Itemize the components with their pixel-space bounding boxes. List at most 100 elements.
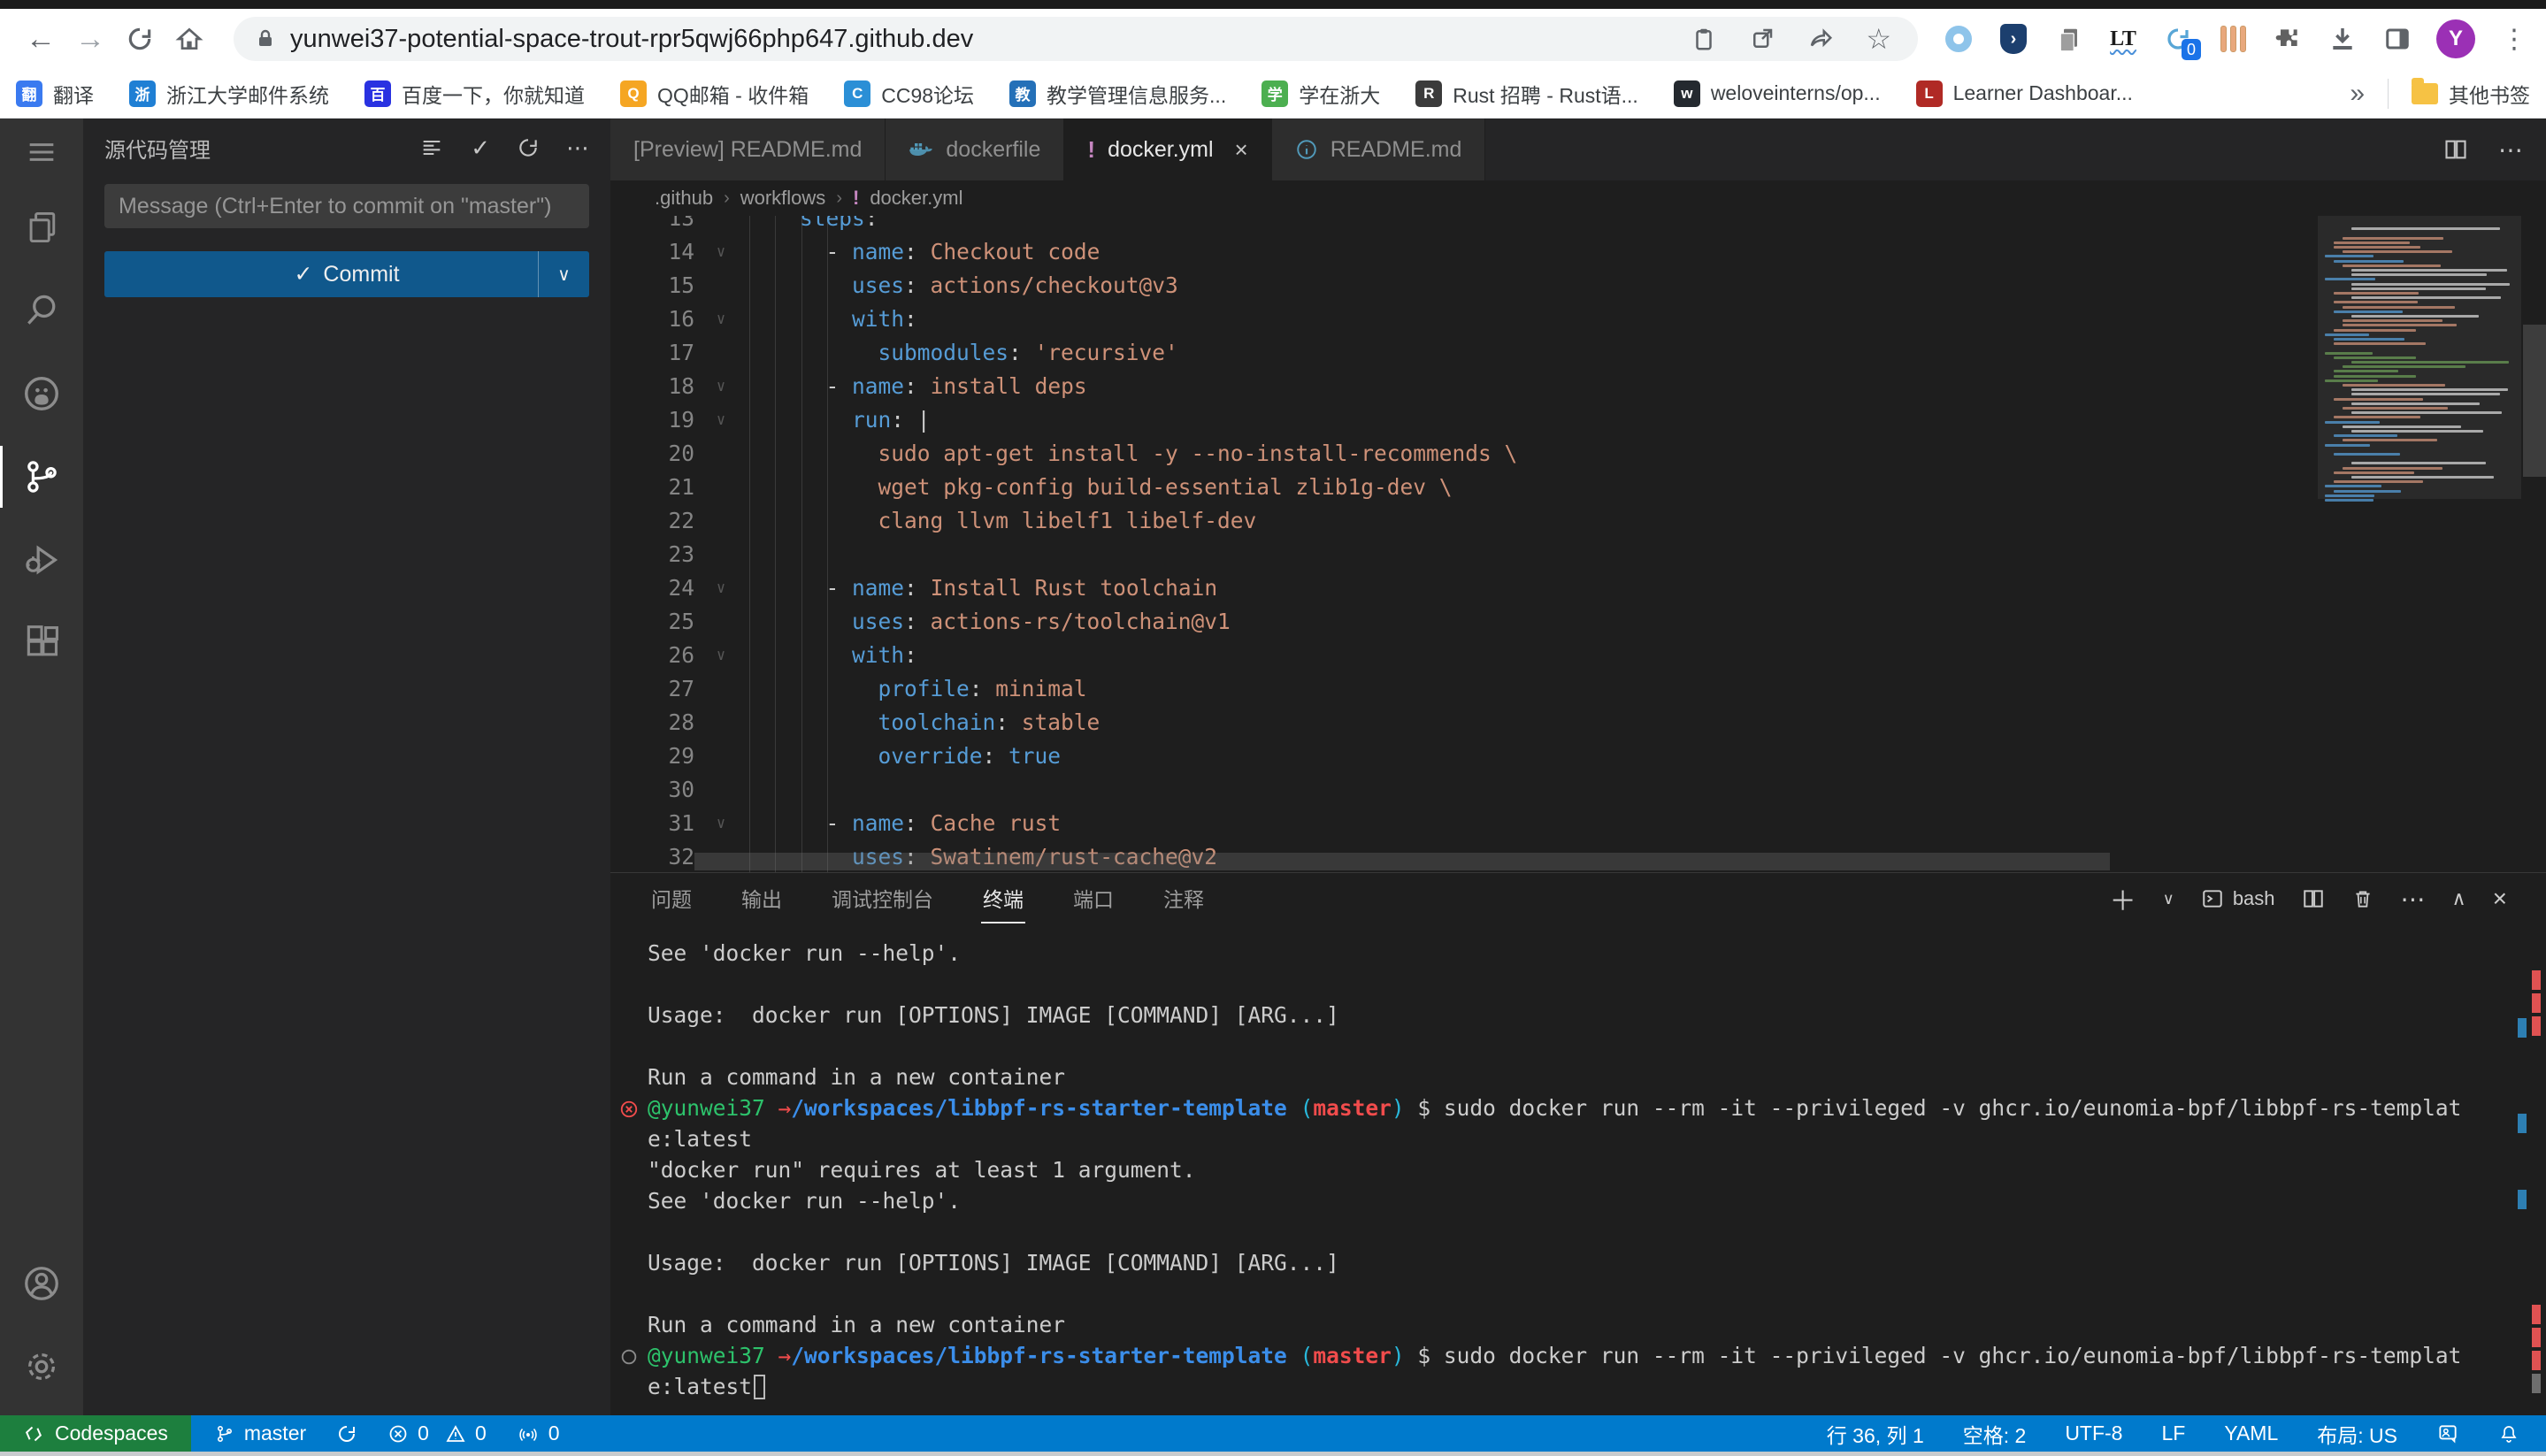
bookmark-item[interactable]: 百百度一下，你就知道: [364, 79, 585, 109]
browser-menu-icon[interactable]: ⋮: [2498, 23, 2530, 55]
bookmark-item[interactable]: 浙浙江大学邮件系统: [129, 79, 329, 109]
keyboard-layout[interactable]: 布局: US: [2317, 1419, 2397, 1449]
panel-tab[interactable]: 终端: [981, 874, 1025, 923]
cursor-position[interactable]: 行 36, 列 1: [1827, 1419, 1924, 1449]
editor-tab[interactable]: [Preview] README.md: [610, 119, 886, 180]
more-actions-icon[interactable]: ⋯: [566, 134, 589, 162]
menu-hamburger-icon[interactable]: [0, 119, 83, 186]
breadcrumb-segment[interactable]: workflows: [740, 187, 826, 210]
url-text[interactable]: yunwei37-potential-space-trout-rpr5qwj66…: [290, 25, 1691, 54]
editor-tab[interactable]: !docker.yml×: [1064, 119, 1271, 180]
bookmark-item[interactable]: CCC98论坛: [844, 79, 974, 109]
reload-icon[interactable]: [115, 14, 165, 64]
sidebar-item-search[interactable]: [0, 269, 83, 352]
commit-message-input[interactable]: Message (Ctrl+Enter to commit on "master…: [104, 184, 589, 228]
downloads-icon[interactable]: [2327, 23, 2358, 55]
refresh-icon[interactable]: [517, 136, 540, 159]
editor-tab[interactable]: README.md: [1272, 119, 1486, 180]
editor-vertical-scrollbar[interactable]: [2523, 325, 2546, 477]
bookmark-star-icon[interactable]: ☆: [1866, 22, 1891, 56]
home-icon[interactable]: [165, 14, 214, 64]
terminal-output[interactable]: See 'docker run --help'.Usage: docker ru…: [648, 940, 2507, 1405]
browser-extensions-area: › LT 0 Y ⋮: [1943, 19, 2530, 58]
bookmarks-overflow-icon[interactable]: »: [2350, 79, 2365, 109]
editor-horizontal-scrollbar[interactable]: [694, 853, 2110, 870]
bookmark-item[interactable]: QQQ邮箱 - 收件箱: [620, 79, 809, 109]
back-icon[interactable]: ←: [16, 14, 65, 64]
open-in-new-icon[interactable]: [1749, 26, 1775, 52]
accounts-icon[interactable]: [0, 1242, 83, 1325]
feedback-icon[interactable]: [2436, 1422, 2459, 1445]
clipboard-icon[interactable]: [1691, 26, 1717, 52]
fold-chevron-icon[interactable]: ∨: [694, 571, 748, 605]
sidebar-toggle-icon[interactable]: [2381, 23, 2413, 55]
bookmark-item[interactable]: 教教学管理信息服务...: [1009, 79, 1226, 109]
maximize-panel-icon[interactable]: ∧: [2452, 887, 2466, 910]
editor-more-actions-icon[interactable]: ⋯: [2498, 135, 2523, 165]
encoding[interactable]: UTF-8: [2065, 1422, 2122, 1445]
breadcrumb-segment[interactable]: .github: [655, 187, 713, 210]
terminal-dropdown-chevron[interactable]: ∨: [2163, 890, 2174, 908]
language-mode[interactable]: YAML: [2224, 1422, 2278, 1445]
kill-terminal-trash-icon[interactable]: [2351, 887, 2374, 910]
view-as-list-icon[interactable]: [419, 135, 444, 160]
remote-indicator[interactable]: Codespaces: [0, 1415, 191, 1452]
problems-indicator[interactable]: 0 0: [387, 1422, 487, 1445]
extension-bullets-icon[interactable]: [2217, 23, 2249, 55]
panel-tab[interactable]: 输出: [740, 874, 784, 923]
address-bar[interactable]: yunwei37-potential-space-trout-rpr5qwj66…: [234, 17, 1918, 61]
fold-chevron-icon[interactable]: ∨: [694, 370, 748, 403]
profile-avatar[interactable]: Y: [2436, 19, 2475, 58]
bookmark-item[interactable]: 学学在浙大: [1261, 79, 1380, 109]
sidebar-item-source-control[interactable]: [0, 435, 83, 518]
forward-icon[interactable]: →: [65, 14, 115, 64]
extension-languagetool-icon[interactable]: LT: [2107, 23, 2139, 55]
indentation[interactable]: 空格: 2: [1963, 1419, 2027, 1449]
editor-tab[interactable]: dockerfile: [886, 119, 1064, 180]
panel-tab[interactable]: 端口: [1071, 874, 1116, 923]
commit-button[interactable]: ✓ Commit ∨: [104, 251, 589, 297]
terminal-shell-button[interactable]: bash: [2201, 887, 2275, 910]
split-editor-icon[interactable]: [2443, 137, 2468, 162]
fold-chevron-icon[interactable]: ∨: [694, 403, 748, 437]
breadcrumb[interactable]: .github › workflows › ! docker.yml: [610, 180, 2546, 216]
breadcrumb-file[interactable]: docker.yml: [870, 187, 962, 210]
sidebar-item-run-debug[interactable]: [0, 518, 83, 602]
extension-shield-icon[interactable]: ›: [1998, 23, 2029, 55]
panel-tab[interactable]: 调试控制台: [830, 874, 935, 923]
bookmark-item[interactable]: 翻翻译: [16, 79, 94, 109]
extension-circle-icon[interactable]: [1943, 23, 1975, 55]
share-icon[interactable]: [1807, 26, 1834, 52]
fold-chevron-icon[interactable]: ∨: [694, 303, 748, 336]
ports-indicator[interactable]: 0: [517, 1422, 560, 1445]
split-terminal-icon[interactable]: [2302, 887, 2325, 910]
extensions-puzzle-icon[interactable]: [2272, 23, 2304, 55]
panel-more-actions-icon[interactable]: ⋯: [2401, 885, 2426, 914]
fold-chevron-icon[interactable]: ∨: [694, 639, 748, 672]
eol-sequence[interactable]: LF: [2161, 1422, 2185, 1445]
bookmark-item[interactable]: LLearner Dashboar...: [1916, 80, 2133, 107]
code-editor[interactable]: 13 steps:14∨ - name: Checkout code15 use…: [610, 216, 2546, 872]
sidebar-item-extensions[interactable]: [0, 602, 83, 685]
commit-check-icon[interactable]: ✓: [471, 134, 490, 162]
settings-gear-icon[interactable]: [0, 1325, 83, 1408]
new-terminal-icon[interactable]: ＋: [2110, 879, 2136, 918]
sidebar-item-github[interactable]: [0, 352, 83, 435]
fold-chevron-icon[interactable]: ∨: [694, 235, 748, 269]
commit-dropdown-chevron[interactable]: ∨: [538, 251, 589, 297]
sidebar-item-explorer[interactable]: [0, 186, 83, 269]
bookmark-item[interactable]: RRust 招聘 - Rust语...: [1415, 79, 1638, 109]
bookmark-item[interactable]: wweloveinterns/op...: [1674, 80, 1881, 107]
other-bookmarks-button[interactable]: 其他书签: [2412, 79, 2530, 109]
notifications-bell-icon[interactable]: [2498, 1422, 2519, 1445]
panel-tab[interactable]: 注释: [1162, 874, 1206, 923]
branch-indicator[interactable]: master: [214, 1422, 306, 1445]
panel-tab[interactable]: 问题: [649, 874, 694, 923]
minimap[interactable]: [2318, 216, 2521, 872]
sync-button[interactable]: [336, 1423, 357, 1445]
close-panel-icon[interactable]: ×: [2493, 885, 2507, 913]
fold-chevron-icon[interactable]: ∨: [694, 807, 748, 840]
extension-refresh-icon[interactable]: 0: [2162, 23, 2194, 55]
tab-close-icon[interactable]: ×: [1235, 136, 1248, 164]
extension-pages-icon[interactable]: [2052, 23, 2084, 55]
